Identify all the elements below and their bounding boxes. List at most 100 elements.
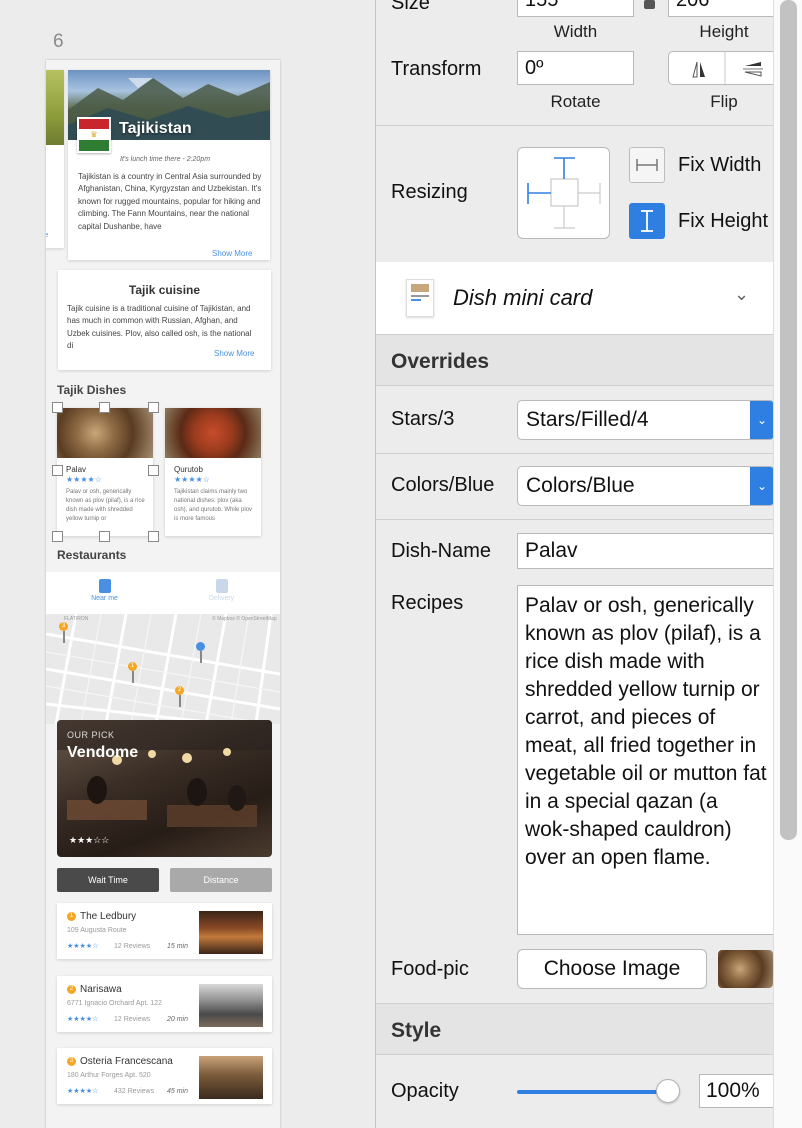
dish-stars: ★★★★☆ bbox=[66, 475, 102, 484]
dish-description: Tajikistan claims mainly two national di… bbox=[174, 489, 253, 522]
opacity-label: Opacity bbox=[391, 1080, 459, 1102]
our-pick-card[interactable]: OUR PICK Vendome ★★★☆☆ bbox=[57, 720, 272, 857]
selection-handle[interactable] bbox=[148, 402, 159, 413]
chevron-down-icon: ⌄ bbox=[750, 401, 774, 439]
divider bbox=[376, 125, 773, 126]
tab-label: Delivery bbox=[208, 595, 235, 602]
resizing-constraints-control[interactable] bbox=[517, 147, 610, 239]
dish-card[interactable]: Palav ★★★★☆ Palav or osh, generically kn… bbox=[57, 408, 153, 536]
recipes-override-textarea[interactable]: Palav or osh, generically known as plov … bbox=[517, 585, 775, 935]
flip-control bbox=[668, 51, 780, 86]
cuisine-card[interactable]: Tajik cuisine Tajik cuisine is a traditi… bbox=[58, 270, 271, 370]
symbol-selector[interactable]: Dish mini card ⌄ bbox=[376, 262, 773, 334]
choose-image-button[interactable]: Choose Image bbox=[517, 949, 707, 989]
overrides-header: Overrides bbox=[376, 334, 773, 386]
opacity-slider-knob[interactable] bbox=[656, 1079, 680, 1103]
restaurant-name: The Ledbury bbox=[80, 911, 137, 922]
map[interactable]: FLATIRON © Mapbox © OpenStreetMap 3 1 2 bbox=[46, 614, 280, 724]
peek-card-image bbox=[46, 70, 64, 145]
restaurant-stars: ★★★★☆ bbox=[67, 1088, 99, 1095]
artboard[interactable]: re ♛ Tajikistan It's lunch time there - … bbox=[46, 60, 280, 1128]
chevron-down-icon[interactable]: ⌄ bbox=[734, 284, 749, 305]
restaurant-card[interactable]: 1 The Ledbury 109 Augusta Route ★★★★☆ 12… bbox=[57, 903, 272, 959]
restaurant-card[interactable]: 2 Narisawa 6771 Ignacio Orchard Apt. 122… bbox=[57, 976, 272, 1032]
cuisine-show-more-link[interactable]: Show More bbox=[214, 349, 254, 358]
restaurant-stars: ★★★★☆ bbox=[67, 1016, 99, 1023]
selection-handle[interactable] bbox=[148, 465, 159, 476]
our-pick-stars: ★★★☆☆ bbox=[69, 835, 110, 845]
restaurant-name: Narisawa bbox=[80, 984, 122, 995]
divider bbox=[376, 519, 773, 520]
peek-card[interactable]: re bbox=[46, 70, 64, 248]
map-icon bbox=[98, 579, 111, 593]
restaurant-image bbox=[199, 911, 263, 954]
chevron-down-icon: ⌄ bbox=[750, 467, 774, 505]
map-pin-icon[interactable]: 1 bbox=[128, 662, 137, 683]
food-pic-override-label: Food-pic bbox=[391, 958, 469, 980]
opacity-slider-track[interactable] bbox=[517, 1090, 677, 1094]
map-pin-icon[interactable]: 2 bbox=[175, 686, 184, 707]
colors-override-label: Colors/Blue bbox=[391, 474, 495, 496]
height-caption: Height bbox=[699, 22, 749, 41]
canvas[interactable]: 6 re ♛ Tajikistan It's lunch time there … bbox=[0, 0, 375, 1128]
flip-caption: Flip bbox=[710, 92, 738, 111]
selection-handle[interactable] bbox=[99, 402, 110, 413]
dishes-heading: Tajik Dishes bbox=[57, 383, 127, 397]
width-field[interactable]: 155 bbox=[517, 0, 634, 17]
select-value: Colors/Blue bbox=[526, 474, 635, 497]
selection-handle[interactable] bbox=[52, 465, 63, 476]
peek-card-link[interactable]: re bbox=[46, 232, 48, 239]
restaurant-rank-badge: 1 bbox=[67, 912, 76, 921]
tab-delivery[interactable]: Delivery bbox=[163, 579, 280, 602]
our-pick-name: Vendome bbox=[67, 744, 139, 761]
resizing-label: Resizing bbox=[391, 181, 468, 203]
restaurant-rank-badge: 3 bbox=[67, 1057, 76, 1066]
style-title: Style bbox=[391, 1019, 442, 1042]
dish-stars: ★★★★☆ bbox=[174, 475, 210, 484]
fix-height-toggle[interactable] bbox=[629, 203, 665, 239]
restaurant-reviews: 12 Reviews bbox=[114, 1016, 151, 1023]
flip-horizontal-button[interactable] bbox=[669, 52, 725, 86]
selection-handle[interactable] bbox=[52, 402, 63, 413]
wait-time-button[interactable]: Wait Time bbox=[57, 868, 159, 892]
dish-card[interactable]: Qurutob ★★★★☆ Tajikistan claims mainly t… bbox=[165, 408, 261, 536]
country-name: Tajikistan bbox=[119, 120, 192, 137]
restaurant-wait-time: 15 min bbox=[167, 943, 189, 950]
restaurant-card[interactable]: 3 Osteria Francescana 180 Arthur Forges … bbox=[57, 1048, 272, 1104]
stars-override-select[interactable]: Stars/Filled/4 ⌄ bbox=[517, 400, 775, 440]
scrollbar-thumb[interactable] bbox=[780, 0, 797, 840]
restaurant-wait-time: 45 min bbox=[167, 1088, 189, 1095]
restaurant-name: Osteria Francescana bbox=[80, 1056, 173, 1067]
dish-name-override-field[interactable]: Palav bbox=[517, 533, 775, 569]
restaurant-reviews: 432 Reviews bbox=[114, 1088, 155, 1095]
tab-near-me[interactable]: Near me bbox=[46, 579, 163, 602]
country-show-more-link[interactable]: Show More bbox=[212, 249, 252, 258]
map-pin-icon[interactable]: 3 bbox=[59, 622, 68, 643]
artboard-number: 6 bbox=[53, 31, 64, 52]
restaurant-image bbox=[199, 1056, 263, 1099]
map-attribution: © Mapbox © OpenStreetMap bbox=[212, 616, 277, 622]
country-local-time: It's lunch time there - 2:20pm bbox=[120, 156, 211, 163]
lock-icon[interactable] bbox=[644, 0, 655, 9]
restaurant-stars: ★★★★☆ bbox=[67, 943, 99, 950]
fix-width-toggle[interactable] bbox=[629, 147, 665, 183]
country-card[interactable]: ♛ Tajikistan It's lunch time there - 2:2… bbox=[68, 70, 270, 260]
colors-override-select[interactable]: Colors/Blue ⌄ bbox=[517, 466, 775, 506]
symbol-thumbnail bbox=[406, 279, 434, 317]
tab-bar: Near me Delivery bbox=[46, 572, 280, 614]
overrides-title: Overrides bbox=[391, 350, 490, 373]
dish-image bbox=[57, 408, 153, 458]
height-field[interactable]: 206 bbox=[668, 0, 775, 17]
selection-handle[interactable] bbox=[148, 531, 159, 542]
distance-button[interactable]: Distance bbox=[170, 868, 272, 892]
style-header: Style bbox=[376, 1003, 773, 1055]
current-location-pin-icon[interactable] bbox=[196, 642, 205, 663]
selection-handle[interactable] bbox=[99, 531, 110, 542]
size-label: Size bbox=[391, 0, 430, 14]
opacity-field[interactable]: 100% bbox=[699, 1074, 775, 1108]
rotate-field[interactable]: 0º bbox=[517, 51, 634, 85]
width-caption: Width bbox=[553, 22, 598, 41]
stars-override-label: Stars/3 bbox=[391, 408, 455, 430]
selection-handle[interactable] bbox=[52, 531, 63, 542]
transform-label: Transform bbox=[391, 58, 482, 80]
